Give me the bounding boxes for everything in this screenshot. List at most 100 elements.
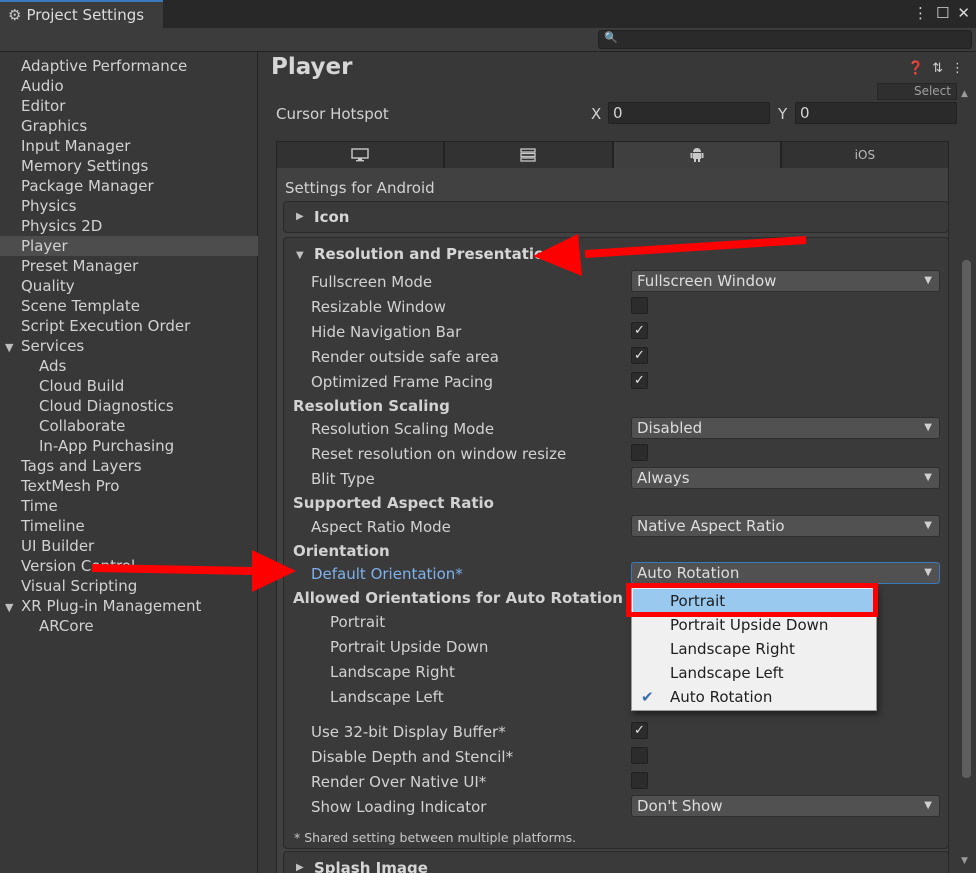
icon-foldout[interactable]: ▶ Icon: [283, 201, 949, 233]
checkmark-icon: ✔: [641, 688, 654, 706]
sidebar-item-ui-builder[interactable]: UI Builder: [0, 536, 258, 556]
render-outside-safe-area-checkbox[interactable]: ✓: [631, 347, 648, 364]
sidebar-item-memory-settings[interactable]: Memory Settings: [0, 156, 258, 176]
sidebar-item-input-manager[interactable]: Input Manager: [0, 136, 258, 156]
sidebar-item-time[interactable]: Time: [0, 496, 258, 516]
icon-section-title: Icon: [314, 208, 350, 226]
default-orientation-value: Auto Rotation: [637, 564, 740, 582]
tab-standalone[interactable]: [276, 141, 445, 169]
sidebar-item-version-control[interactable]: Version Control: [0, 556, 258, 576]
close-icon[interactable]: ✕: [957, 4, 970, 22]
sidebar-item-audio[interactable]: Audio: [0, 76, 258, 96]
x-label: X: [591, 105, 602, 123]
disable-depth-checkbox[interactable]: [631, 747, 648, 764]
sidebar-item-script-execution-order[interactable]: Script Execution Order: [0, 316, 258, 336]
tab-android[interactable]: [612, 141, 781, 169]
aspect-ratio-mode-value: Native Aspect Ratio: [637, 517, 785, 535]
supported-aspect-ratio-header: Supported Aspect Ratio: [293, 494, 494, 512]
resolution-section-title[interactable]: Resolution and Presentation: [314, 245, 555, 263]
sidebar-item-physics-2d[interactable]: Physics 2D: [0, 216, 258, 236]
resolution-scaling-header: Resolution Scaling: [293, 397, 450, 415]
sidebar-item-player[interactable]: Player: [0, 236, 258, 256]
option-label: Portrait Upside Down: [670, 616, 829, 634]
expanded-arrow-icon[interactable]: ▼: [296, 250, 304, 261]
optimized-frame-pacing-checkbox[interactable]: ✓: [631, 372, 648, 389]
project-settings-tab[interactable]: ⚙ Project Settings: [0, 0, 163, 28]
scrollbar[interactable]: ▲ ▼: [960, 89, 972, 873]
collapsed-arrow-icon: ▶: [296, 211, 304, 222]
popup-option-landscape-right[interactable]: Landscape Right: [633, 637, 876, 661]
disable-depth-label: Disable Depth and Stencil*: [311, 748, 514, 766]
loading-indicator-value: Don't Show: [637, 797, 723, 815]
sidebar-item-preset-manager[interactable]: Preset Manager: [0, 256, 258, 276]
allowed-orientations-header: Allowed Orientations for Auto Rotation: [293, 589, 623, 607]
sidebar-item-ads[interactable]: Ads: [0, 356, 258, 376]
sidebar-item-quality[interactable]: Quality: [0, 276, 258, 296]
maximize-icon[interactable]: ☐: [936, 4, 949, 22]
cursor-hotspot-label: Cursor Hotspot: [276, 105, 389, 123]
more-options-icon[interactable]: ⋮: [951, 61, 964, 76]
y-label: Y: [778, 105, 788, 123]
sidebar-item-editor[interactable]: Editor: [0, 96, 258, 116]
tab-server[interactable]: [444, 141, 613, 169]
help-icon[interactable]: ❓: [908, 61, 924, 76]
sidebar-item-adaptive-performance[interactable]: Adaptive Performance: [0, 56, 258, 76]
preset-icon[interactable]: ⇅: [932, 61, 943, 76]
header-icons: ❓ ⇅ ⋮: [908, 61, 964, 76]
hide-navigation-bar-label: Hide Navigation Bar: [311, 323, 462, 341]
scroll-up-icon[interactable]: ▲: [961, 89, 968, 99]
sidebar-item-cloud-build[interactable]: Cloud Build: [0, 376, 258, 396]
sidebar-item-collaborate[interactable]: Collaborate: [0, 416, 258, 436]
allowed-landscape-left-label: Landscape Left: [330, 688, 444, 706]
popup-option-auto-rotation[interactable]: ✔ Auto Rotation: [633, 685, 876, 709]
option-label: Landscape Left: [670, 664, 784, 682]
sidebar-item-visual-scripting[interactable]: Visual Scripting: [0, 576, 258, 596]
use-32bit-checkbox[interactable]: ✓: [631, 722, 648, 739]
default-orientation-dropdown[interactable]: Auto Rotation ▼: [631, 562, 940, 584]
popup-option-landscape-left[interactable]: Landscape Left: [633, 661, 876, 685]
chevron-down-icon: ▼: [924, 472, 932, 483]
settings-for-label: Settings for Android: [285, 179, 435, 197]
reset-resolution-label: Reset resolution on window resize: [311, 445, 567, 463]
chevron-down-icon: ▼: [924, 567, 932, 578]
tab-ios[interactable]: iOS: [780, 141, 949, 169]
reset-resolution-checkbox[interactable]: [631, 444, 648, 461]
chevron-down-icon: ▼: [924, 800, 932, 811]
fullscreen-mode-dropdown[interactable]: Fullscreen Window ▼: [631, 270, 940, 292]
sidebar-item-services[interactable]: Services: [0, 336, 258, 356]
page-title: Player: [271, 54, 353, 80]
sidebar-item-arcore[interactable]: ARCore: [0, 616, 258, 636]
hotspot-y-field[interactable]: 0: [795, 102, 957, 124]
scroll-thumb[interactable]: [962, 260, 971, 778]
loading-indicator-dropdown[interactable]: Don't Show ▼: [631, 795, 940, 817]
search-row: 🔍: [0, 28, 976, 52]
sidebar-item-tags-and-layers[interactable]: Tags and Layers: [0, 456, 258, 476]
select-button[interactable]: Select: [877, 83, 957, 100]
resolution-scaling-mode-value: Disabled: [637, 419, 703, 437]
sidebar-item-cloud-diagnostics[interactable]: Cloud Diagnostics: [0, 396, 258, 416]
more-options-icon[interactable]: ⋮: [913, 4, 928, 22]
resolution-scaling-mode-dropdown[interactable]: Disabled ▼: [631, 417, 940, 439]
blit-type-dropdown[interactable]: Always ▼: [631, 467, 940, 489]
sidebar-item-in-app-purchasing[interactable]: In-App Purchasing: [0, 436, 258, 456]
android-icon: [690, 148, 704, 162]
resizable-window-checkbox[interactable]: [631, 297, 648, 314]
render-over-native-checkbox[interactable]: [631, 772, 648, 789]
hotspot-x-field[interactable]: 0: [608, 102, 770, 124]
sidebar-item-textmesh-pro[interactable]: TextMesh Pro: [0, 476, 258, 496]
gear-icon: ⚙: [8, 6, 22, 24]
scroll-down-icon[interactable]: ▼: [961, 856, 968, 866]
splash-image-foldout[interactable]: ▶ Splash Image: [283, 851, 949, 873]
sidebar-item-package-manager[interactable]: Package Manager: [0, 176, 258, 196]
hide-navigation-bar-checkbox[interactable]: ✓: [631, 322, 648, 339]
sidebar-item-graphics[interactable]: Graphics: [0, 116, 258, 136]
allowed-portrait-label: Portrait: [330, 613, 386, 631]
chevron-down-icon: ▼: [924, 275, 932, 286]
sidebar-item-timeline[interactable]: Timeline: [0, 516, 258, 536]
sidebar-item-xr-plugin-management[interactable]: XR Plug-in Management: [0, 596, 258, 616]
sidebar-item-scene-template[interactable]: Scene Template: [0, 296, 258, 316]
allowed-portrait-upside-down-label: Portrait Upside Down: [330, 638, 489, 656]
search-input[interactable]: 🔍: [598, 30, 972, 49]
aspect-ratio-mode-dropdown[interactable]: Native Aspect Ratio ▼: [631, 515, 940, 537]
sidebar-item-physics[interactable]: Physics: [0, 196, 258, 216]
